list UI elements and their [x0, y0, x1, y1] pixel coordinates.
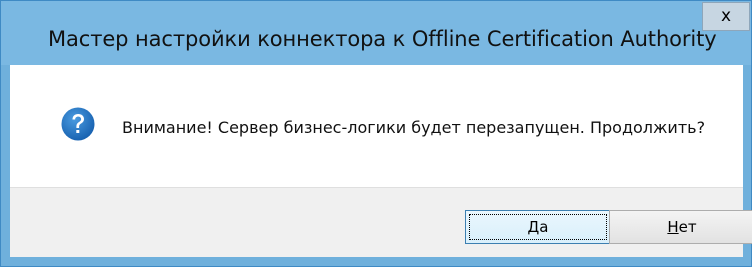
yes-button-label: а	[539, 218, 549, 236]
close-button[interactable]: x	[702, 2, 750, 31]
no-button-label: ет	[678, 218, 697, 236]
no-button[interactable]: Нет	[609, 210, 752, 244]
yes-button-accel: Д	[527, 218, 540, 236]
close-icon: x	[720, 6, 732, 26]
title-bar[interactable]: Мастер настройки коннектора к Offline Ce…	[1, 1, 751, 65]
no-button-accel: Н	[667, 218, 679, 236]
button-bar: Да Нет	[10, 187, 752, 257]
dialog-content: Внимание! Сервер бизнес-логики будет пер…	[10, 65, 752, 257]
question-icon	[61, 107, 95, 141]
dialog-window: Мастер настройки коннектора к Offline Ce…	[0, 0, 752, 267]
yes-button[interactable]: Да	[465, 210, 611, 244]
message-area: Внимание! Сервер бизнес-логики будет пер…	[10, 65, 743, 187]
window-title: Мастер настройки коннектора к Offline Ce…	[48, 27, 717, 51]
message-text: Внимание! Сервер бизнес-логики будет пер…	[122, 118, 706, 137]
